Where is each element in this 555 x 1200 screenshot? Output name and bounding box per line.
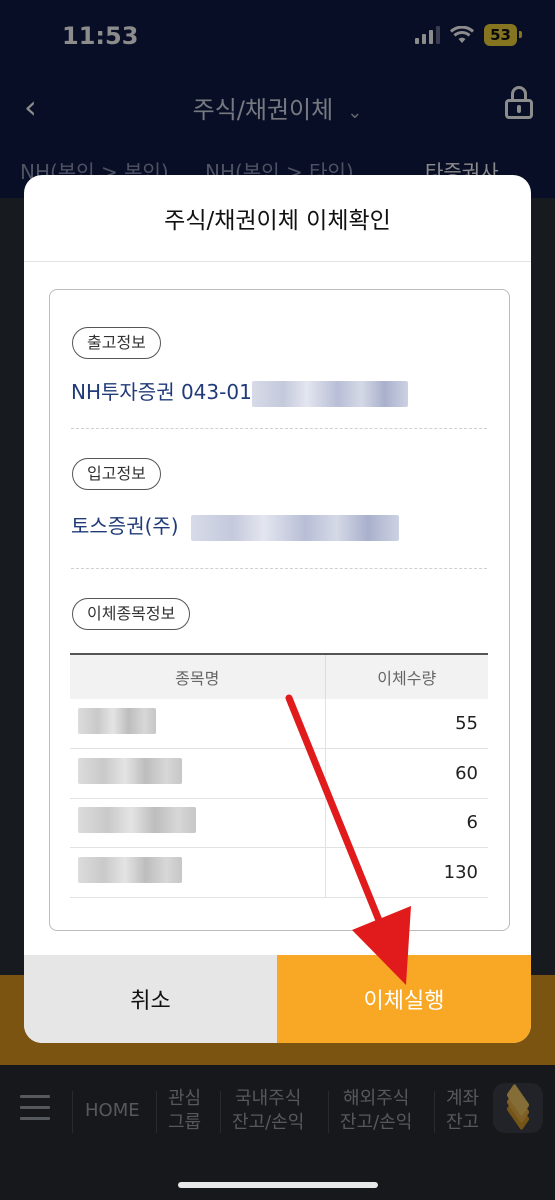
dialog-title: 주식/채권이체 이체확인 — [164, 208, 391, 234]
table-row: 55 — [70, 699, 488, 749]
col-quantity: 이체수량 — [325, 653, 488, 699]
outgoing-account: NH투자증권 043-01 — [71, 376, 408, 407]
redacted-stock-name — [78, 807, 196, 834]
stock-name-cell — [70, 699, 326, 749]
quantity-cell: 60 — [325, 748, 488, 799]
redacted-account-number — [251, 380, 408, 407]
quantity-cell: 6 — [325, 798, 488, 848]
incoming-info-label: 입고정보 — [72, 458, 161, 490]
divider — [71, 428, 487, 429]
redacted-stock-name — [78, 757, 182, 784]
stock-name-cell — [70, 847, 326, 898]
quantity-cell: 130 — [325, 847, 488, 898]
incoming-account-text: 토스증권(주) — [71, 514, 179, 538]
stock-info-label: 이체종목정보 — [72, 598, 191, 630]
redacted-stock-name — [78, 708, 156, 734]
execute-transfer-button[interactable]: 이체실행 — [277, 955, 531, 1043]
table-row: 6 — [70, 798, 488, 848]
incoming-account: 토스증권(주) — [71, 510, 399, 541]
stock-name-cell — [70, 748, 326, 799]
outgoing-account-text: NH투자증권 043-01 — [71, 380, 252, 404]
table-row: 60 — [70, 748, 488, 799]
divider — [24, 261, 531, 262]
redacted-account-number — [190, 514, 399, 541]
stock-table: 종목명 이체수량 55 60 6 130 — [70, 653, 488, 898]
divider — [71, 568, 487, 569]
outgoing-info-label: 출고정보 — [72, 327, 161, 359]
cancel-button[interactable]: 취소 — [24, 955, 277, 1043]
transfer-info-box: 출고정보 NH투자증권 043-01 입고정보 토스증권(주) 이체종목정보 종… — [49, 289, 510, 931]
home-indicator — [178, 1182, 378, 1188]
transfer-confirm-dialog: 주식/채권이체 이체확인 출고정보 NH투자증권 043-01 입고정보 토스증… — [24, 175, 531, 1043]
table-header-row: 종목명 이체수량 — [70, 653, 488, 699]
col-stock-name: 종목명 — [70, 653, 326, 699]
quantity-cell: 55 — [325, 699, 488, 749]
stock-name-cell — [70, 798, 326, 848]
table-row: 130 — [70, 847, 488, 898]
redacted-stock-name — [78, 856, 182, 883]
